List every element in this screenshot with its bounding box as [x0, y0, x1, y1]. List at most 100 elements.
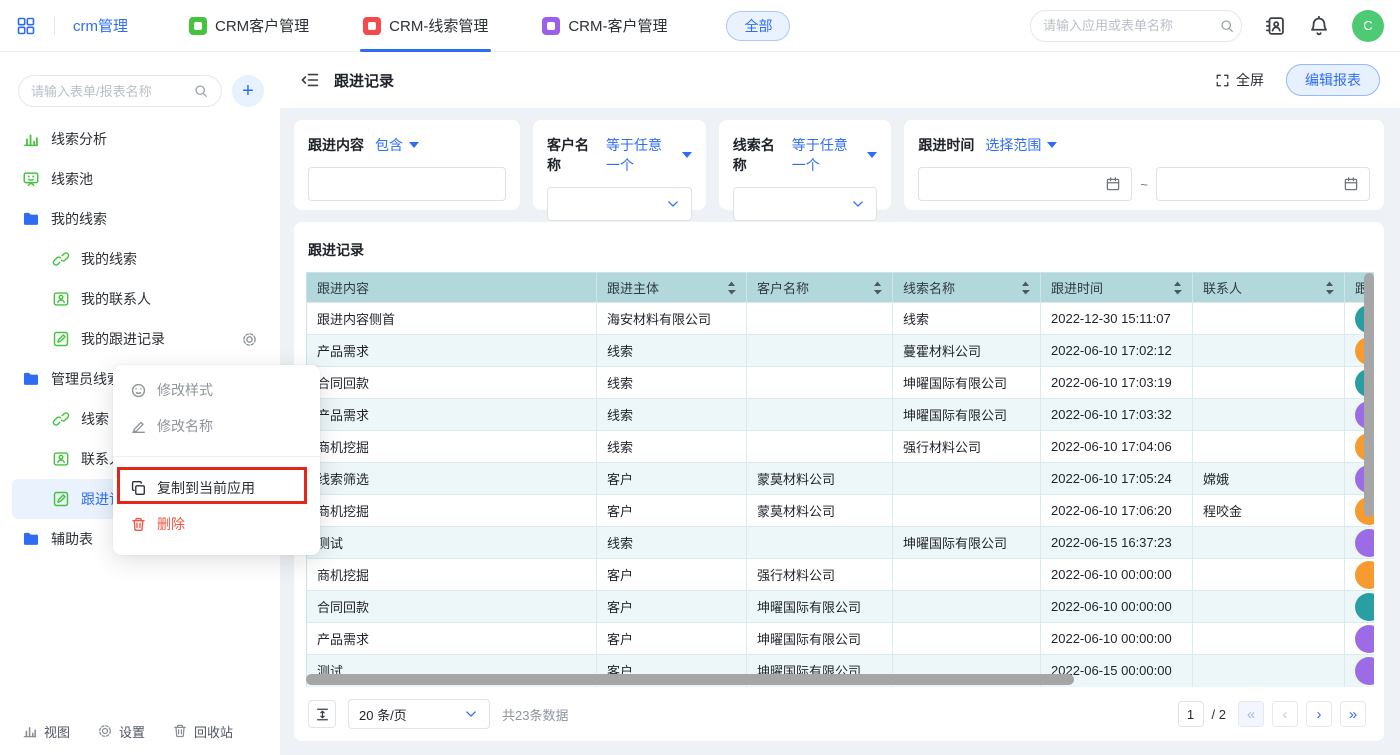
table-row[interactable]: 合同回款客户坤曜国际有限公司2022-06-10 00:00:00	[307, 591, 1375, 623]
sidebar-item-label: 线索池	[51, 169, 93, 189]
sidebar-footer-settings[interactable]: 设置	[97, 722, 145, 741]
column-header[interactable]: 线索名称	[893, 273, 1041, 303]
link-icon	[52, 410, 70, 428]
collapse-sidebar-icon[interactable]	[300, 70, 320, 90]
sidebar-item[interactable]: 我的联系人	[12, 279, 268, 319]
calendar-icon[interactable]	[1105, 176, 1121, 192]
first-page-button[interactable]: «	[1238, 701, 1264, 727]
current-page-box[interactable]: 1	[1178, 701, 1204, 727]
sort-icon[interactable]	[1021, 281, 1030, 295]
table-row[interactable]: 产品需求线索坤曜国际有限公司2022-06-10 17:03:32	[307, 399, 1375, 431]
table-cell	[1193, 591, 1345, 623]
sidebar-item-label: 管理员线索	[51, 369, 121, 389]
edit-report-button[interactable]: 编辑报表	[1286, 64, 1380, 96]
filter-date-input[interactable]	[1156, 167, 1370, 201]
table-cell: 客户	[597, 495, 747, 527]
sort-icon[interactable]	[1325, 281, 1334, 295]
fullscreen-button[interactable]: 全屏	[1215, 70, 1264, 90]
vertical-scrollbar[interactable]	[1364, 273, 1374, 517]
chevron-down-icon	[665, 196, 681, 212]
table-row[interactable]: 商机挖掘线索强行材料公司2022-06-10 17:04:06	[307, 431, 1375, 463]
filter-select[interactable]	[733, 187, 878, 221]
table-row[interactable]: 产品需求客户坤曜国际有限公司2022-06-10 00:00:00	[307, 623, 1375, 655]
sidebar-item[interactable]: 线索分析	[12, 119, 268, 159]
follower-avatar	[1355, 561, 1374, 589]
filter-select[interactable]	[547, 187, 692, 221]
table-row[interactable]: 测试线索坤曜国际有限公司2022-06-15 16:37:23	[307, 527, 1375, 559]
table-row[interactable]: 商机挖掘客户蒙莫材料公司2022-06-10 17:06:20程咬金	[307, 495, 1375, 527]
last-page-button[interactable]: »	[1340, 701, 1366, 727]
sidebar-item[interactable]: 我的线索	[12, 239, 268, 279]
filter-date-input[interactable]	[918, 167, 1132, 201]
filter-operator-dropdown[interactable]: 选择范围	[985, 135, 1057, 155]
sidebar-item[interactable]: 我的线索	[12, 199, 268, 239]
follower-cell	[1345, 559, 1375, 591]
bell-icon[interactable]	[1308, 15, 1330, 37]
global-search[interactable]	[1030, 10, 1242, 42]
user-avatar[interactable]: C	[1352, 10, 1384, 42]
table-row[interactable]: 线索筛选客户蒙莫材料公司2022-06-10 17:05:24嫦娥	[307, 463, 1375, 495]
menu-item-label: 修改名称	[157, 416, 213, 436]
all-apps-pill[interactable]: 全部	[726, 11, 790, 41]
app-tab[interactable]: CRM-线索管理	[336, 0, 515, 52]
prev-page-button[interactable]: ‹	[1272, 701, 1298, 727]
sidebar-item[interactable]: 我的跟进记录	[12, 319, 268, 359]
calendar-icon[interactable]	[1343, 176, 1359, 192]
filter-text-field[interactable]	[319, 177, 495, 192]
dropdown-triangle-icon	[1047, 142, 1057, 148]
next-page-button[interactable]: ›	[1306, 701, 1332, 727]
column-header-label: 线索名称	[903, 278, 955, 297]
table-row[interactable]: 跟进内容侧首海安材料有限公司线索2022-12-30 15:11:07	[307, 303, 1375, 335]
app-tab[interactable]: CRM-客户管理	[515, 0, 694, 52]
sidebar-search[interactable]	[18, 75, 222, 107]
sort-icon[interactable]	[727, 281, 736, 295]
table-row[interactable]: 合同回款线索坤曜国际有限公司2022-06-10 17:03:19	[307, 367, 1375, 399]
table-cell: 坤曜国际有限公司	[747, 591, 893, 623]
app-tab[interactable]: CRM客户管理	[162, 0, 336, 52]
column-header[interactable]: 客户名称	[747, 273, 893, 303]
page-size-select[interactable]: 20 条/页	[348, 699, 490, 729]
context-menu-item[interactable]: 修改样式	[113, 372, 320, 408]
date-field[interactable]	[929, 177, 1105, 192]
sidebar-footer-views[interactable]: 视图	[22, 722, 70, 741]
horizontal-scrollbar[interactable]	[306, 674, 1074, 685]
follower-cell	[1345, 591, 1375, 623]
filter-text-input[interactable]	[308, 167, 506, 201]
table-cell: 坤曜国际有限公司	[893, 399, 1041, 431]
sort-icon[interactable]	[873, 281, 882, 295]
add-form-button[interactable]: +	[232, 75, 264, 107]
column-header[interactable]: 跟进主体	[597, 273, 747, 303]
table-cell: 2022-06-10 00:00:00	[1041, 623, 1193, 655]
context-menu-item[interactable]: 修改名称	[113, 408, 320, 444]
sidebar-search-input[interactable]	[31, 84, 193, 99]
column-header[interactable]: 联系人	[1193, 273, 1345, 303]
folder-icon	[22, 210, 40, 228]
filter-operator-dropdown[interactable]: 等于任意一个	[606, 135, 692, 175]
table-cell: 线索	[597, 431, 747, 463]
table-scroll-area: 跟进内容跟进主体客户名称线索名称跟进时间联系人跟进人 跟进内容侧首海安材料有限公…	[306, 272, 1374, 687]
workspace-title[interactable]: crm管理	[73, 15, 128, 36]
trash-icon	[172, 723, 188, 739]
table-cell: 2022-06-15 16:37:23	[1041, 527, 1193, 559]
filter-card: 跟进时间选择范围~	[904, 120, 1384, 210]
table-row[interactable]: 商机挖掘客户强行材料公司2022-06-10 00:00:00	[307, 559, 1375, 591]
global-search-input[interactable]	[1043, 18, 1219, 33]
sort-icon[interactable]	[1173, 281, 1182, 295]
context-menu-item[interactable]: 删除	[113, 506, 320, 542]
table-cell: 产品需求	[307, 335, 597, 367]
context-menu-item[interactable]: 复制到当前应用	[113, 470, 320, 506]
apps-grid-icon[interactable]	[16, 16, 36, 36]
sidebar-footer-recycle-bin[interactable]: 回收站	[172, 722, 233, 741]
filter-operator-label: 等于任意一个	[792, 135, 862, 175]
filter-operator-dropdown[interactable]: 等于任意一个	[792, 135, 878, 175]
column-header[interactable]: 跟进时间	[1041, 273, 1193, 303]
row-height-button[interactable]	[308, 700, 336, 728]
sidebar-item[interactable]: 线索池	[12, 159, 268, 199]
date-field[interactable]	[1167, 177, 1343, 192]
pagination-bar: 20 条/页 共23条数据 1 / 2 «‹›»	[306, 687, 1374, 741]
follower-avatar	[1355, 529, 1374, 557]
filter-operator-dropdown[interactable]: 包含	[375, 135, 419, 155]
table-row[interactable]: 产品需求线索蔓霍材料公司2022-06-10 17:02:12	[307, 335, 1375, 367]
gear-icon[interactable]	[241, 331, 258, 348]
contacts-book-icon[interactable]	[1264, 15, 1286, 37]
